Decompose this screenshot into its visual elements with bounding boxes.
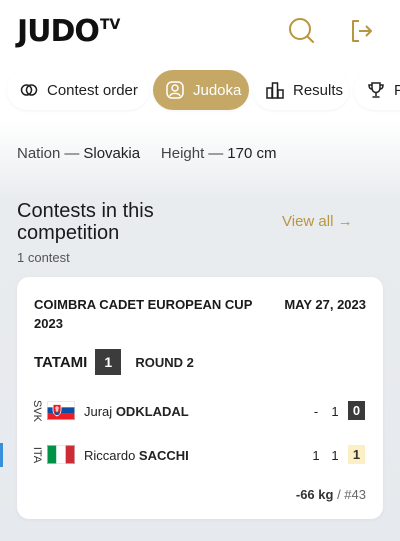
nation-label: Nation <box>17 145 61 162</box>
app-header: JUDOTV <box>0 0 400 62</box>
event-date: MAY 27, 2023 <box>284 297 366 312</box>
tatami-number: 1 <box>95 349 122 375</box>
tab-results[interactable]: Results <box>253 70 349 110</box>
weight-category: -66 kg / #43 <box>295 487 366 502</box>
winner-marker <box>0 443 3 467</box>
score-1: 1 <box>312 448 320 463</box>
view-all-link[interactable]: View all → <box>282 213 353 230</box>
judoka-info: Nation — Slovakia Height —170 cm <box>17 145 276 162</box>
slovakia-flag-icon <box>47 401 75 420</box>
fighter-name: Juraj ODKLADAL <box>84 404 189 419</box>
search-icon[interactable] <box>287 16 317 46</box>
event-name: COIMBRA CADET EUROPEAN CUP 2023 <box>34 297 253 331</box>
country-code: ITA <box>31 446 43 464</box>
tab-label: P <box>394 81 400 99</box>
tab-contest-order[interactable]: Contest order <box>7 70 149 110</box>
separator: — <box>64 145 80 162</box>
tab-label: Contest order <box>47 81 138 99</box>
country-code: SVK <box>31 399 43 422</box>
score-3: 1 <box>348 445 365 464</box>
tab-judoka[interactable]: Judoka <box>153 70 249 110</box>
score-2: 1 <box>331 404 339 419</box>
tab-label: Judoka <box>193 81 242 99</box>
contest-number: #43 <box>344 487 366 502</box>
tab-bar: Contest order Judoka Results P <box>0 70 400 114</box>
height-value: 170 cm <box>227 145 277 162</box>
user-icon <box>165 80 185 100</box>
contest-count: 1 contest <box>17 250 70 265</box>
round-label: ROUND 2 <box>135 354 194 370</box>
score-1: - <box>313 404 319 419</box>
nation-value: Slovakia <box>83 145 141 162</box>
tatami-label: TATAMI <box>34 353 88 371</box>
rings-icon <box>19 80 39 100</box>
trophy-icon <box>366 80 386 100</box>
section-title: Contests in this competition <box>17 200 154 244</box>
fighter-row[interactable]: ITA Riccardo SACCHI 1 1 1 <box>0 439 383 473</box>
bar-chart-icon <box>265 80 285 100</box>
fighter-name: Riccardo SACCHI <box>84 448 189 463</box>
italy-flag-icon <box>47 445 75 464</box>
separator: — <box>208 145 224 162</box>
tab-label: Results <box>293 81 344 99</box>
score-3: 0 <box>348 401 365 420</box>
judotv-logo[interactable]: JUDOTV <box>17 14 120 49</box>
height-label: Height <box>160 145 205 162</box>
logout-icon[interactable] <box>347 16 377 46</box>
contest-card[interactable]: COIMBRA CADET EUROPEAN CUP 2023 MAY 27, … <box>0 277 383 519</box>
score-2: 1 <box>331 448 339 463</box>
fighter-row[interactable]: SVK Juraj ODKLADAL - 1 0 <box>17 395 383 429</box>
tatami-row: TATAMI 1 ROUND 2 <box>34 349 194 375</box>
tab-p[interactable]: P <box>354 70 400 110</box>
